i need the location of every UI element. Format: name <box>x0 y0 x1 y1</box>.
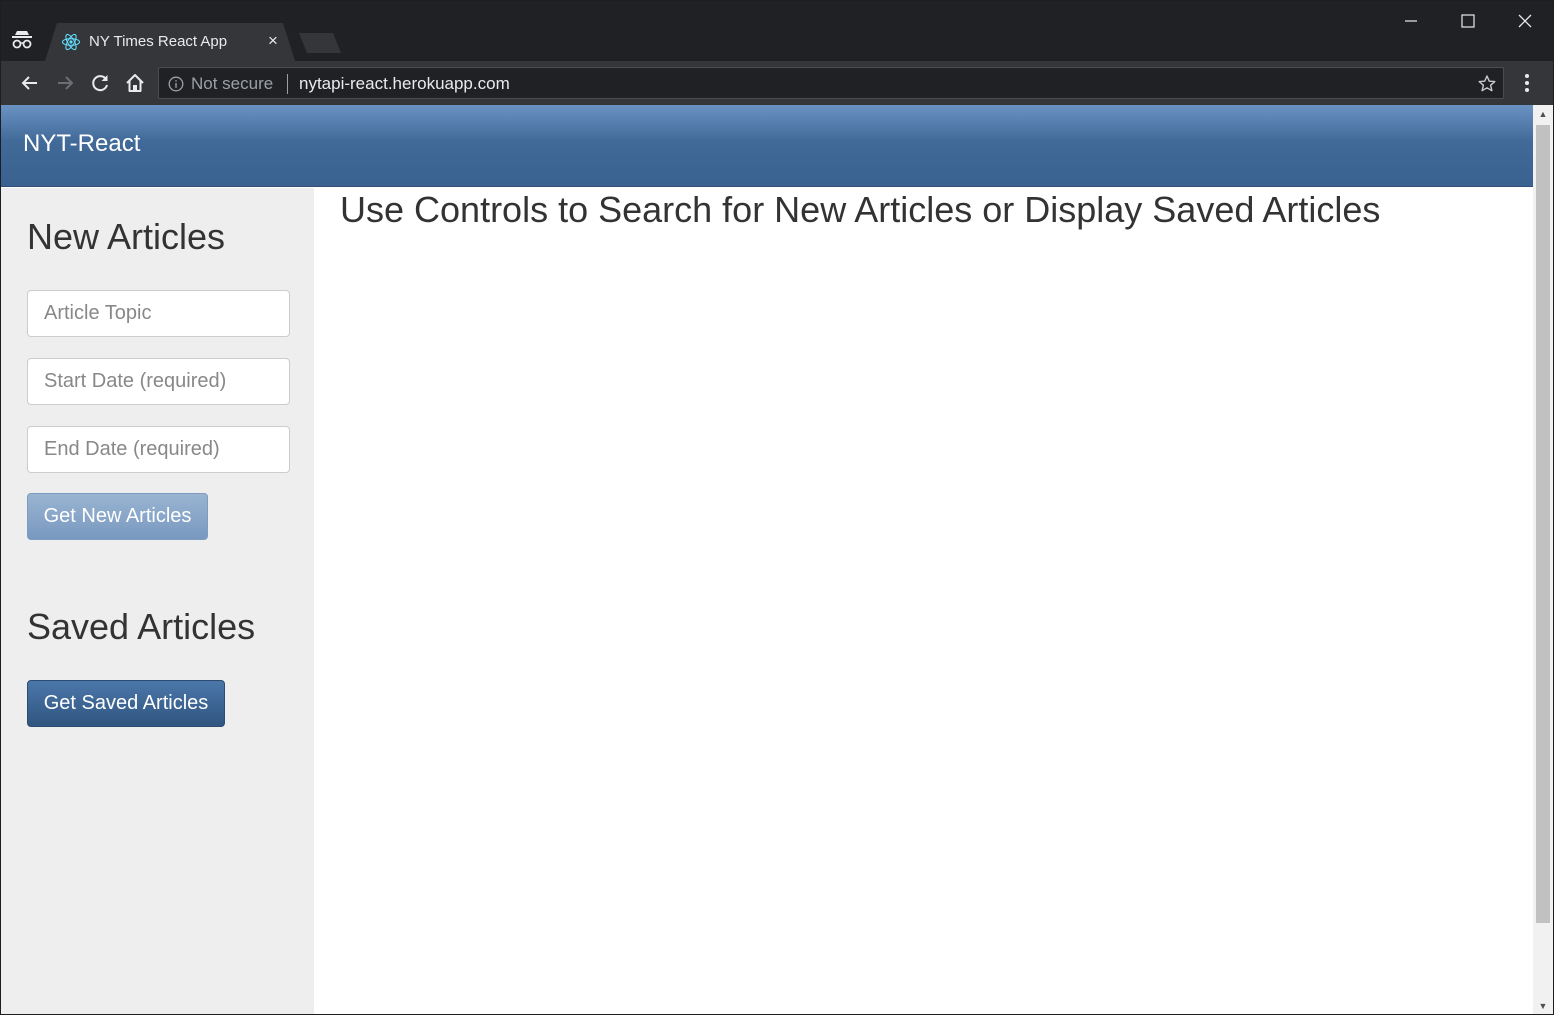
get-new-articles-button[interactable]: Get New Articles <box>27 493 208 540</box>
brand-link[interactable]: NYT-React <box>23 130 140 158</box>
app-navbar: NYT-React <box>1 105 1533 187</box>
article-topic-input[interactable] <box>27 290 290 337</box>
kebab-menu-icon[interactable] <box>1515 71 1539 95</box>
tab-ny-times-react-app[interactable]: NY Times React App × <box>45 23 295 61</box>
security-label[interactable]: Not secure <box>191 74 273 94</box>
minimize-icon[interactable] <box>1383 1 1439 41</box>
new-articles-heading: New Articles <box>27 216 226 257</box>
address-bar[interactable]: Not secure nytapi-react.herokuapp.com <box>158 67 1504 99</box>
close-icon[interactable] <box>1497 1 1553 41</box>
tab-title: NY Times React App <box>89 33 228 50</box>
vertical-scrollbar[interactable]: ▲ ▼ <box>1533 105 1553 1014</box>
reload-icon[interactable] <box>88 71 112 95</box>
arrow-left-icon[interactable] <box>18 71 42 95</box>
scroll-up-arrow-icon[interactable]: ▲ <box>1533 105 1553 123</box>
react-icon <box>61 33 81 51</box>
address-separator <box>287 74 288 94</box>
maximize-icon[interactable] <box>1440 1 1496 41</box>
tab-close-icon[interactable]: × <box>263 30 283 52</box>
new-tab-button[interactable] <box>299 33 341 53</box>
scroll-down-arrow-icon[interactable]: ▼ <box>1533 997 1553 1014</box>
tab-strip: NY Times React App × <box>1 1 1553 61</box>
page-title: Use Controls to Search for New Articles … <box>340 189 1381 230</box>
saved-articles-heading: Saved Articles <box>27 606 256 647</box>
star-icon[interactable] <box>1477 74 1497 94</box>
start-date-input[interactable] <box>27 358 290 405</box>
home-icon[interactable] <box>123 71 147 95</box>
incognito-icon <box>12 31 32 49</box>
browser-toolbar: Not secure nytapi-react.herokuapp.com <box>1 61 1553 105</box>
arrow-right-icon[interactable] <box>53 71 77 95</box>
url-text[interactable]: nytapi-react.herokuapp.com <box>299 74 510 94</box>
info-icon[interactable] <box>168 76 184 92</box>
end-date-input[interactable] <box>27 426 290 473</box>
scroll-thumb[interactable] <box>1536 125 1550 923</box>
sidebar: New Articles Get New Articles Saved Arti… <box>1 188 314 1014</box>
page-viewport: NYT-React New Articles Get New Articles … <box>1 105 1533 1014</box>
browser-window: NY Times React App × Not secure nytapi-r… <box>0 0 1554 1015</box>
get-saved-articles-button[interactable]: Get Saved Articles <box>27 680 225 727</box>
